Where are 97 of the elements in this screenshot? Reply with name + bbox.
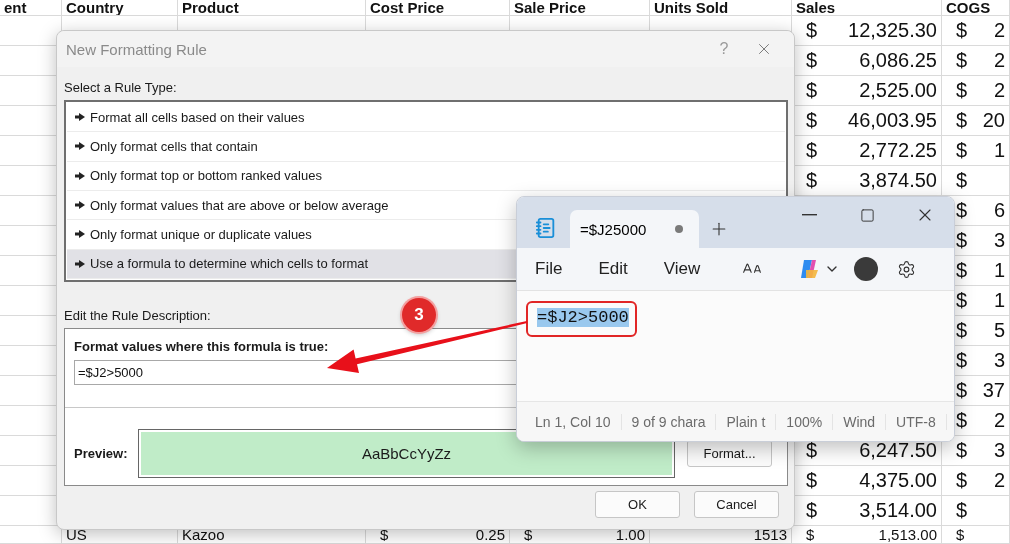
currency-symbol: $ bbox=[955, 139, 968, 162]
column-header: Cost Price bbox=[366, 0, 510, 16]
cell-amount: 6,247.50 bbox=[859, 439, 937, 462]
cell-amount: 2 bbox=[993, 469, 1005, 492]
cell-amount: 46,003.95 bbox=[848, 109, 937, 132]
menu-item[interactable]: View bbox=[663, 259, 701, 279]
currency-symbol: $ bbox=[955, 349, 968, 372]
pointer-icon bbox=[75, 259, 85, 268]
pointer-icon bbox=[75, 171, 85, 180]
cell-amount: 1 bbox=[993, 289, 1005, 312]
currency-symbol: $ bbox=[955, 439, 968, 462]
cell-amount: 1.00 bbox=[615, 526, 645, 543]
dialog-title: New Formatting Rule bbox=[66, 40, 208, 58]
currency-symbol: $ bbox=[805, 139, 818, 162]
currency-symbol: $ bbox=[379, 526, 389, 543]
notepad-icon bbox=[535, 217, 557, 239]
cell-amount: 3 bbox=[993, 349, 1005, 372]
step-badge: 3 bbox=[402, 298, 436, 332]
maximize-icon bbox=[859, 207, 875, 223]
cell-amount: 4,375.00 bbox=[859, 469, 937, 492]
currency-symbol: $ bbox=[955, 469, 968, 492]
currency-symbol: $ bbox=[805, 169, 818, 192]
dialog-button[interactable]: OK bbox=[595, 491, 680, 518]
currency-symbol: $ bbox=[955, 109, 968, 132]
status-item: 9 of 9 chara bbox=[621, 413, 717, 430]
cell-amount: 6,086.25 bbox=[859, 49, 937, 72]
currency-symbol: $ bbox=[955, 289, 968, 312]
currency-symbol: $ bbox=[955, 199, 968, 222]
menu-item[interactable]: Edit bbox=[598, 259, 628, 279]
cell-amount: 2 bbox=[993, 19, 1005, 42]
column-header: Sales bbox=[792, 0, 942, 16]
currency-symbol: $ bbox=[955, 526, 965, 543]
currency-symbol: $ bbox=[805, 109, 818, 132]
column-header: Units Sold bbox=[650, 0, 792, 16]
cell-amount: 1,513.00 bbox=[878, 526, 937, 543]
cell-amount: 0.25 bbox=[475, 526, 505, 543]
currency-symbol: $ bbox=[955, 79, 968, 102]
formula-label: Format values where this formula is true: bbox=[74, 339, 330, 354]
cell-amount: 12,325.30 bbox=[848, 19, 937, 42]
currency-symbol: $ bbox=[955, 19, 968, 42]
cell-amount: 2 bbox=[993, 79, 1005, 102]
avatar-icon[interactable] bbox=[854, 257, 879, 281]
cell-amount: 6 bbox=[993, 199, 1005, 222]
cell-amount: 3 bbox=[993, 439, 1005, 462]
cell-amount: 20 bbox=[982, 109, 1005, 132]
pointer-icon bbox=[75, 201, 85, 210]
dialog-button[interactable]: Cancel bbox=[694, 491, 779, 518]
column-header: ent bbox=[0, 0, 62, 16]
cell-amount: 1 bbox=[993, 139, 1005, 162]
currency-symbol: $ bbox=[805, 79, 818, 102]
cell-amount: 37 bbox=[982, 379, 1005, 402]
currency-symbol: $ bbox=[805, 439, 818, 462]
pointer-icon bbox=[75, 230, 85, 239]
format-button[interactable]: Format... bbox=[687, 440, 772, 467]
currency-symbol: $ bbox=[955, 169, 968, 192]
currency-symbol: $ bbox=[805, 49, 818, 72]
cell-amount: 3 bbox=[993, 229, 1005, 252]
status-item: Ln 1, Col 10 bbox=[525, 413, 622, 430]
document-tab[interactable]: =$J25000 bbox=[570, 210, 699, 248]
status-item: Wind bbox=[833, 413, 887, 430]
column-header: Product bbox=[178, 0, 366, 16]
currency-symbol: $ bbox=[955, 409, 968, 432]
cell-amount: 2,525.00 bbox=[859, 79, 937, 102]
currency-symbol: $ bbox=[955, 49, 968, 72]
status-item: Plain t bbox=[716, 413, 777, 430]
menu-item[interactable]: File bbox=[535, 259, 563, 279]
cell-amount: 3,874.50 bbox=[859, 169, 937, 192]
format-preview: AaBbCcYyZz bbox=[138, 429, 675, 478]
cell-amount: 2 bbox=[993, 49, 1005, 72]
cell-amount: 3,514.00 bbox=[859, 499, 937, 522]
cell-amount: 2,772.25 bbox=[859, 139, 937, 162]
tab-title: =$J25000 bbox=[580, 220, 647, 238]
currency-symbol: $ bbox=[955, 379, 968, 402]
currency-symbol: $ bbox=[955, 319, 968, 342]
section-label: Select a Rule Type: bbox=[64, 80, 177, 95]
cell-amount: 2 bbox=[993, 409, 1005, 432]
column-header: COGS bbox=[942, 0, 1010, 16]
currency-symbol: $ bbox=[805, 469, 818, 492]
minimize-icon bbox=[801, 214, 817, 216]
copilot-icon[interactable] bbox=[798, 258, 821, 280]
selected-text: =$J2>5000 bbox=[537, 308, 629, 327]
currency-symbol: $ bbox=[523, 526, 533, 543]
cell-amount: 5 bbox=[993, 319, 1005, 342]
pointer-icon bbox=[75, 142, 85, 151]
status-item: UTF-8 bbox=[886, 413, 947, 430]
currency-symbol: $ bbox=[955, 229, 968, 252]
preview-label: Preview: bbox=[74, 446, 126, 461]
currency-symbol: $ bbox=[955, 499, 968, 522]
status-item: 100% bbox=[776, 413, 834, 430]
cell-amount: 1 bbox=[993, 259, 1005, 282]
currency-symbol: $ bbox=[955, 259, 968, 282]
currency-symbol: $ bbox=[805, 19, 818, 42]
currency-symbol: $ bbox=[805, 526, 815, 543]
section-label: Edit the Rule Description: bbox=[64, 308, 211, 323]
pointer-icon bbox=[75, 113, 85, 122]
currency-symbol: $ bbox=[805, 499, 818, 522]
column-header: Sale Price bbox=[510, 0, 650, 16]
